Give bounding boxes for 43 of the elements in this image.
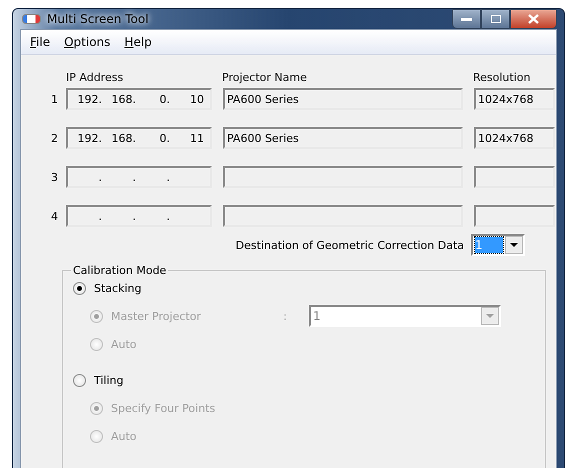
radio-button[interactable] <box>73 282 86 294</box>
menu-item[interactable]: Options <box>64 35 110 49</box>
ip-address-field[interactable]: 192. 168. 0. 11 <box>66 127 212 149</box>
menu-item[interactable]: File <box>30 35 50 49</box>
row-number: 2 <box>51 132 59 144</box>
radio-label: Auto <box>111 338 137 350</box>
app-icon <box>22 14 41 24</box>
row-number: 3 <box>51 170 59 184</box>
row-number: 1 <box>51 92 59 106</box>
resolution-field[interactable] <box>474 166 555 188</box>
group-title: Calibration Mode <box>72 264 168 277</box>
destination-label: Destination of Geometric Correction Data <box>236 238 464 252</box>
dropdown-arrow-icon <box>486 314 494 318</box>
close-icon <box>528 14 539 24</box>
column-header: Projector Name <box>222 71 308 84</box>
minimize-button[interactable] <box>452 9 481 29</box>
maximize-button[interactable] <box>481 9 510 29</box>
ip-address-field[interactable]: . . . <box>66 205 212 227</box>
maximize-icon <box>490 15 500 23</box>
column-header: Resolution <box>473 71 532 84</box>
resolution-field[interactable]: 1024x768 <box>474 88 555 110</box>
radio-label: Master Projector <box>111 310 201 322</box>
radio-label: Auto <box>111 430 137 442</box>
radio-label: Tiling <box>94 374 124 386</box>
radio-button[interactable] <box>73 374 86 386</box>
resolution-field[interactable]: 1024x768 <box>474 127 555 149</box>
ip-address-field[interactable]: 192. 168. 0. 10 <box>66 88 212 110</box>
projector-name-field[interactable]: PA600 Series <box>223 88 463 110</box>
close-button[interactable] <box>510 9 557 29</box>
minimize-icon <box>461 18 472 20</box>
radio-label: Stacking <box>94 282 142 294</box>
menu-item[interactable]: Help <box>124 35 152 49</box>
column-header: IP Address <box>66 71 124 84</box>
projector-name-field[interactable]: PA600 Series <box>223 127 463 149</box>
projector-name-field[interactable] <box>223 205 463 227</box>
window-title: Multi Screen Tool <box>47 12 149 26</box>
projector-name-field[interactable] <box>223 166 463 188</box>
row-number: 4 <box>51 210 59 222</box>
colon-label: : <box>283 310 287 322</box>
dropdown-arrow-icon <box>510 243 518 247</box>
ip-address-field[interactable]: . . . <box>66 166 212 188</box>
radio-label: Specify Four Points <box>111 402 216 414</box>
resolution-field[interactable] <box>474 205 555 227</box>
